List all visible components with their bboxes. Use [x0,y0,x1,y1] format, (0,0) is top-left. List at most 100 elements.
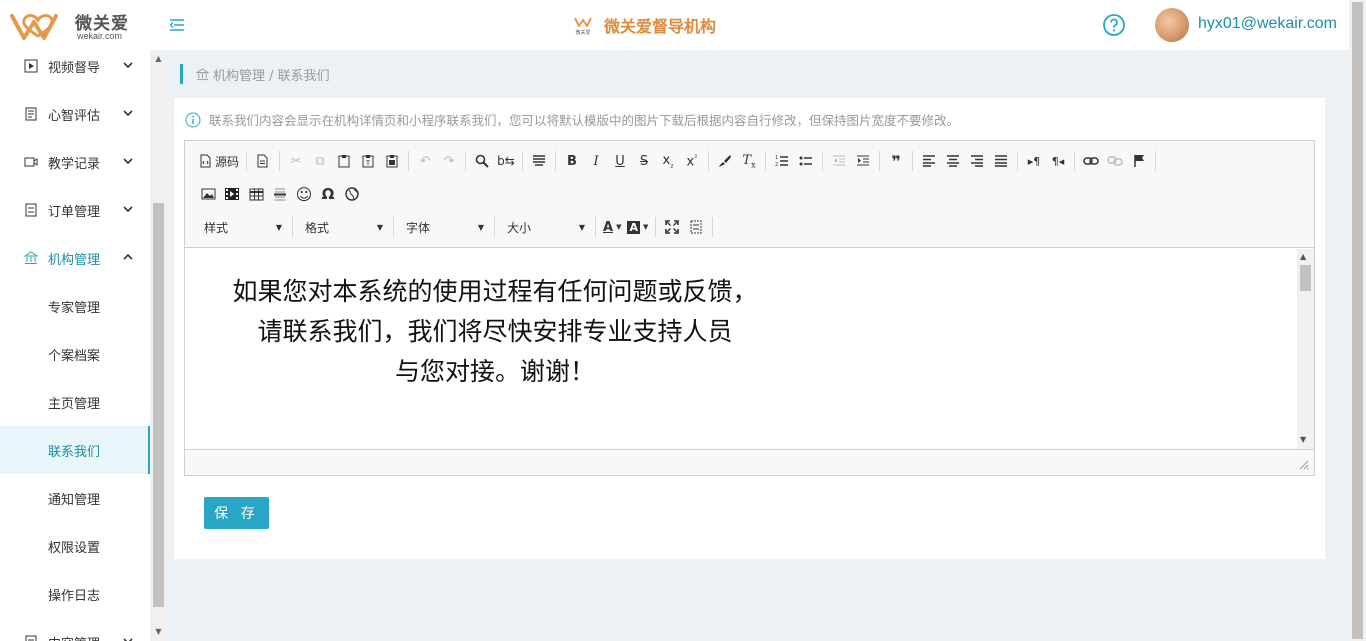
sidebar-item-institution-management[interactable]: 机构管理 [0,234,150,282]
table-button[interactable] [244,182,268,206]
help-icon[interactable] [1102,13,1126,37]
toolbar-separator [912,151,914,171]
justify-button[interactable] [989,149,1013,173]
undo-button[interactable]: ↶ [413,149,437,173]
image-button[interactable] [196,182,220,206]
align-right-icon [971,155,984,167]
align-left-button[interactable] [917,149,941,173]
scroll-down-arrow-icon[interactable]: ▼ [1300,435,1306,444]
redo-button[interactable]: ↷ [437,149,461,173]
replace-button[interactable]: b⇆ [494,149,518,173]
anchor-button[interactable] [1127,149,1151,173]
sidebar-subitem-case-files[interactable]: 个案档案 [0,330,150,378]
bulleted-list-button[interactable] [794,149,818,173]
toolbar-separator [292,217,293,237]
sidebar-subitem-permissions[interactable]: 权限设置 [0,522,150,570]
paste-word-button[interactable] [380,149,404,173]
sidebar-subitem-operation-log[interactable]: 操作日志 [0,570,150,618]
copy-button[interactable]: ⧉ [308,149,332,173]
style-select-value: 样式 [204,220,229,235]
editor-content-area[interactable]: 如果您对本系统的使用过程有任何问题或反馈， 请联系我们，我们将尽快安排专业支持人… [185,249,1297,449]
size-select-value: 大小 [507,220,532,235]
institution-icon [24,251,38,265]
align-right-button[interactable] [965,149,989,173]
show-blocks-button[interactable] [684,215,708,239]
avatar[interactable] [1155,8,1189,42]
ltr-button[interactable]: ▸¶ [1022,149,1046,173]
horizontal-rule-button[interactable] [268,182,292,206]
rtl-button[interactable]: ¶◂ [1046,149,1070,173]
resize-handle-icon[interactable] [1299,460,1309,470]
outdent-button[interactable] [827,149,851,173]
toolbar-separator [465,151,467,171]
sidebar-item-content-management[interactable]: 内容管理 [0,618,150,641]
special-char-button[interactable]: Ω [316,182,340,206]
format-select[interactable]: 格式 ▼ [297,216,389,238]
paste-icon [338,155,350,168]
numbered-list-button[interactable]: 12 [770,149,794,173]
sidebar-item-video-supervision[interactable]: 视频督导 [0,50,150,90]
scroll-up-arrow-icon[interactable]: ▲ [153,54,164,64]
sidebar-subitem-homepage[interactable]: 主页管理 [0,378,150,426]
quote-icon: ❞ [891,151,901,171]
cut-button[interactable]: ✂ [284,149,308,173]
subscript-button[interactable]: x₂ [656,149,680,173]
superscript-button[interactable]: x² [680,149,704,173]
video-insert-button[interactable] [220,182,244,206]
source-button[interactable]: 源码 [196,149,242,173]
user-email[interactable]: hyx01@wekair.com [1198,15,1337,33]
italic-button[interactable]: I [584,149,608,173]
save-button[interactable]: 保 存 [204,497,269,529]
bold-button[interactable]: B [560,149,584,173]
maximize-button[interactable] [660,215,684,239]
find-button[interactable] [470,149,494,173]
strikethrough-button[interactable]: S [632,149,656,173]
sidebar-item-order-management[interactable]: 订单管理 [0,186,150,234]
text-color-button[interactable]: A ▼ [600,215,624,239]
header-title: 微关爱 微关爱督导机构 [572,13,716,37]
dropdown-arrow-icon: ▼ [275,222,282,232]
new-page-button[interactable] [251,149,275,173]
source-icon [200,154,211,168]
document-icon [24,635,38,641]
underline-button[interactable]: U [608,149,632,173]
scroll-up-arrow-icon[interactable]: ▲ [1300,252,1306,261]
chevron-down-icon [123,158,133,165]
link-button[interactable] [1079,149,1103,173]
scroll-down-arrow-icon[interactable]: ▼ [153,627,164,637]
toolbar-separator [822,151,824,171]
editor-line: 请联系我们，我们将尽快安排专业支持人员 [257,317,733,346]
underline-icon: U [615,153,625,169]
copy-format-button[interactable] [713,149,737,173]
editor-body-text[interactable]: 如果您对本系统的使用过程有任何问题或反馈， 请联系我们，我们将尽快安排专业支持人… [185,272,805,392]
sidebar-scroll-thumb[interactable] [153,203,164,607]
font-select[interactable]: 字体 ▼ [398,216,490,238]
sidebar-subitem-experts[interactable]: 专家管理 [0,282,150,330]
mini-logo-text: 微关爱 [575,29,590,36]
bg-color-button[interactable]: A ▼ [624,215,651,239]
indent-button[interactable] [851,149,875,173]
paste-button[interactable] [332,149,356,173]
style-select[interactable]: 样式 ▼ [196,216,288,238]
toolbar-separator [655,217,657,237]
select-all-button[interactable] [527,149,551,173]
sidebar-subitem-label: 个案档案 [48,348,101,364]
sidebar-subitem-contact-us[interactable]: 联系我们 [0,426,150,474]
remove-format-button[interactable]: Tx [737,149,761,173]
paste-text-button[interactable]: T [356,149,380,173]
sidebar-subitem-notifications[interactable]: 通知管理 [0,474,150,522]
size-select[interactable]: 大小 ▼ [499,216,591,238]
editor-scroll-thumb[interactable] [1300,265,1311,291]
align-center-button[interactable] [941,149,965,173]
sidebar-item-mental-assessment[interactable]: 心智评估 [0,90,150,138]
iframe-button[interactable] [340,182,364,206]
editor-line: 与您对接。谢谢！ [394,357,595,386]
align-center-icon [947,155,960,167]
page-scroll-thumb[interactable] [1352,2,1363,639]
menu-toggle-icon[interactable] [168,16,186,34]
emoji-button[interactable]: ☺ [292,182,316,206]
paste-word-icon [386,155,398,168]
blockquote-button[interactable]: ❞ [884,149,908,173]
sidebar-item-teaching-records[interactable]: 教学记录 [0,138,150,186]
unlink-button[interactable] [1103,149,1127,173]
